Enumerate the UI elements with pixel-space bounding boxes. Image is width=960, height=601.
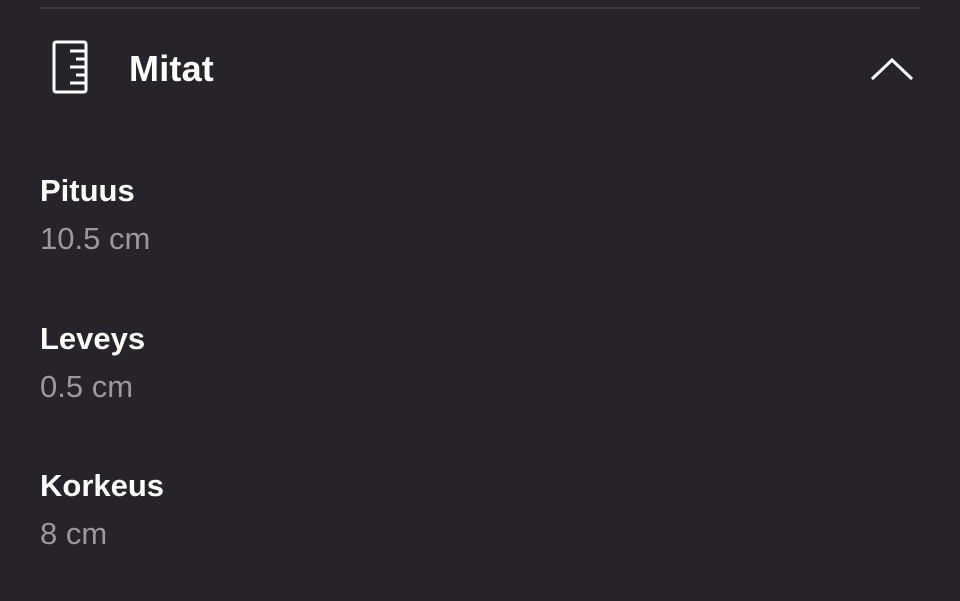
chevron-up-icon <box>870 57 914 81</box>
ruler-icon <box>52 40 88 94</box>
dimension-height: Korkeus 8 cm <box>40 468 164 552</box>
collapse-button[interactable] <box>862 50 922 90</box>
dimension-width: Leveys 0.5 cm <box>40 321 145 405</box>
dimension-label: Korkeus <box>40 468 165 503</box>
dimension-value: 0.5 cm <box>40 369 134 404</box>
dimension-value: 10.5 cm <box>40 221 151 256</box>
section-title: Mitat <box>129 48 214 89</box>
dimension-label: Leveys <box>40 321 146 356</box>
top-divider <box>40 7 920 9</box>
dimensions-section-header[interactable]: Mitat <box>0 12 960 124</box>
dimension-length: Pituus 10.5 cm <box>40 173 150 257</box>
dimensions-panel: Mitat Pituus 10.5 cm Leveys 0.5 cm Korke… <box>0 0 960 601</box>
dimension-value: 8 cm <box>40 516 108 551</box>
dimension-label: Pituus <box>40 173 135 208</box>
